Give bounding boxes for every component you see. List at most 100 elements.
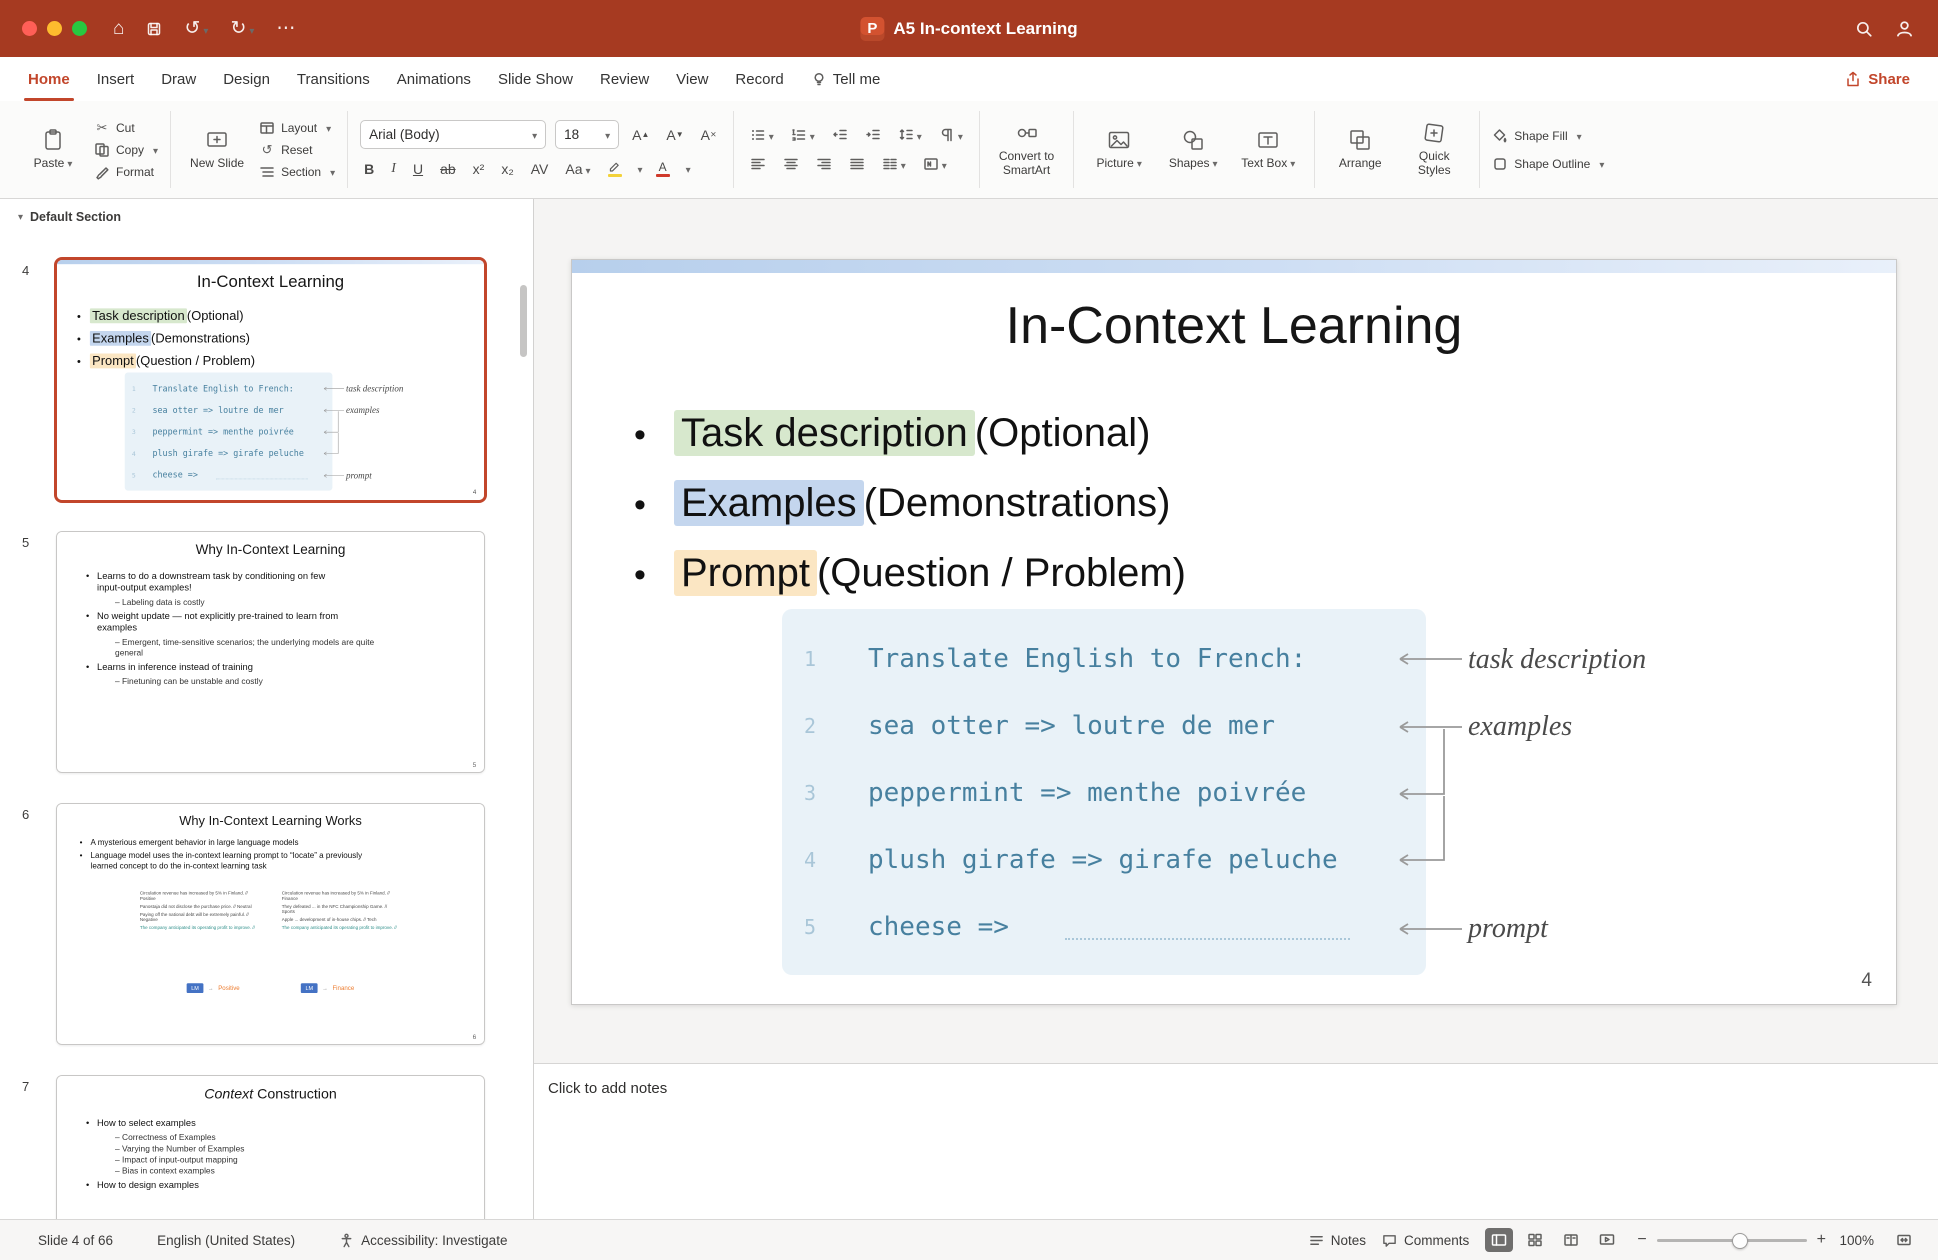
section-button[interactable]: Section: [259, 164, 335, 180]
decrease-font-size-button[interactable]: A ▼: [662, 125, 687, 145]
zoom-in-button[interactable]: +: [1817, 1231, 1826, 1249]
search-icon[interactable]: [1855, 20, 1873, 38]
text-highlight-button[interactable]: [604, 158, 626, 179]
tab-record[interactable]: Record: [735, 57, 783, 101]
tab-home[interactable]: Home: [24, 57, 74, 101]
save-icon[interactable]: [146, 21, 162, 37]
slide-sorter-view-button[interactable]: [1521, 1228, 1549, 1252]
tab-animations[interactable]: Animations: [397, 57, 471, 101]
section-header[interactable]: ▾ Default Section: [0, 199, 533, 235]
italic-button[interactable]: I: [387, 159, 400, 179]
layout-button[interactable]: Layout: [259, 120, 335, 136]
clear-formatting-button[interactable]: A ⨯: [697, 125, 721, 145]
fit-slide-button[interactable]: [1890, 1228, 1918, 1252]
account-icon[interactable]: [1895, 19, 1914, 38]
quick-styles-button[interactable]: Quick Styles: [1401, 117, 1467, 182]
align-left-button[interactable]: [746, 154, 770, 174]
slide-thumbnail-6[interactable]: Why In-Context Learning Works • A mysteri…: [56, 803, 485, 1045]
slide-bullet-list[interactable]: • Task description (Optional) • Examples (…: [634, 410, 1186, 620]
picture-button[interactable]: Picture: [1086, 124, 1152, 175]
tab-slide-show[interactable]: Slide Show: [498, 57, 573, 101]
arrange-button[interactable]: Arrange: [1327, 124, 1393, 175]
language-indicator[interactable]: English (United States): [157, 1233, 295, 1248]
highlight-chevron-icon[interactable]: [635, 160, 643, 178]
shapes-button[interactable]: Shapes: [1160, 124, 1226, 175]
text-direction-button[interactable]: [919, 154, 951, 174]
tab-tell-me[interactable]: Tell me: [811, 57, 880, 101]
accessibility-status[interactable]: Accessibility: Investigate: [339, 1233, 507, 1248]
thumbnail-list[interactable]: 4 In-Context Learning • Task description …: [0, 235, 533, 1219]
home-icon[interactable]: ⌂: [113, 18, 124, 40]
font-size-select[interactable]: 18: [555, 120, 620, 149]
new-slide-button[interactable]: New Slide: [183, 124, 251, 175]
tab-review[interactable]: Review: [600, 57, 649, 101]
tab-design[interactable]: Design: [223, 57, 270, 101]
subscript-button[interactable]: x₂: [497, 159, 517, 179]
increase-indent-button[interactable]: [861, 125, 885, 145]
text-box-button[interactable]: Text Box: [1234, 124, 1302, 175]
character-spacing-button[interactable]: AV: [527, 159, 553, 179]
window-minimize-button[interactable]: [47, 21, 62, 36]
underline-button[interactable]: U: [409, 159, 427, 179]
align-center-button[interactable]: [779, 154, 803, 174]
slideshow-button[interactable]: [1593, 1228, 1621, 1252]
bullets-button[interactable]: [746, 125, 778, 145]
comments-toggle[interactable]: Comments: [1382, 1233, 1469, 1248]
superscript-button[interactable]: x²: [469, 159, 489, 179]
paste-button[interactable]: Paste: [20, 124, 86, 175]
zoom-slider[interactable]: [1656, 1232, 1807, 1249]
slide-title[interactable]: In-Context Learning: [572, 296, 1896, 356]
tab-view[interactable]: View: [676, 57, 708, 101]
line-spacing-button[interactable]: [894, 125, 926, 145]
normal-view-button[interactable]: [1485, 1228, 1514, 1252]
slide-thumbnail-4[interactable]: In-Context Learning • Task description (O…: [56, 259, 485, 501]
align-right-button[interactable]: [812, 154, 836, 174]
numbering-button[interactable]: [787, 125, 819, 145]
notes-toggle[interactable]: Notes: [1309, 1233, 1366, 1248]
font-family-select[interactable]: Arial (Body): [360, 120, 547, 149]
notes-pane[interactable]: Click to add notes: [534, 1063, 1938, 1219]
reset-button[interactable]: ↺ Reset: [259, 142, 335, 158]
undo-menu-chevron-icon[interactable]: [200, 18, 208, 40]
window-zoom-button[interactable]: [72, 21, 87, 36]
code-example-block[interactable]: 1 Translate English to French: 2 sea otter…: [782, 609, 1426, 975]
copy-button[interactable]: Copy: [94, 142, 158, 158]
columns-button[interactable]: [878, 154, 910, 174]
tab-draw[interactable]: Draw: [161, 57, 196, 101]
slide-indicator[interactable]: Slide 4 of 66: [38, 1233, 113, 1248]
zoom-level[interactable]: 100%: [1836, 1233, 1874, 1248]
redo-icon[interactable]: ↻: [230, 17, 254, 40]
bullet-dot: •: [634, 556, 646, 594]
paste-menu-chevron-icon[interactable]: [64, 157, 72, 171]
justify-button[interactable]: [845, 154, 869, 174]
bold-button[interactable]: B: [360, 159, 378, 179]
slide-thumbnail-7[interactable]: Context Construction • How to select exam…: [56, 1075, 485, 1219]
cut-button[interactable]: ✂ Cut: [94, 120, 158, 136]
more-toolbar-icon[interactable]: ⋯: [276, 17, 295, 40]
window-close-button[interactable]: [22, 21, 37, 36]
change-case-button[interactable]: Aa: [561, 159, 594, 179]
reading-view-button[interactable]: [1557, 1228, 1585, 1252]
convert-to-smartart-button[interactable]: Convert to SmartArt: [992, 117, 1061, 182]
decrease-indent-button[interactable]: [828, 125, 852, 145]
strikethrough-button[interactable]: ab: [436, 159, 460, 179]
tab-transitions[interactable]: Transitions: [297, 57, 370, 101]
font-color-chevron-icon[interactable]: [683, 160, 691, 178]
shape-fill-button[interactable]: Shape Fill: [1492, 128, 1604, 144]
undo-icon[interactable]: ↺: [184, 17, 208, 40]
zoom-out-button[interactable]: −: [1637, 1231, 1646, 1249]
slide-canvas[interactable]: In-Context Learning • Task description (O…: [571, 259, 1897, 1005]
section-collapse-chevron-icon[interactable]: ▾: [18, 212, 23, 223]
shape-outline-button[interactable]: Shape Outline: [1492, 156, 1604, 172]
notes-placeholder[interactable]: Click to add notes: [548, 1080, 667, 1097]
tab-insert[interactable]: Insert: [97, 57, 135, 101]
font-color-button[interactable]: A: [652, 159, 674, 179]
redo-menu-chevron-icon[interactable]: [246, 18, 254, 40]
slide-thumbnail-5[interactable]: Why In-Context Learning • Learns to do a …: [56, 531, 485, 773]
increase-font-size-button[interactable]: A ▲: [628, 125, 653, 145]
zoom-slider-knob[interactable]: [1731, 1233, 1748, 1249]
share-button[interactable]: Share: [1839, 70, 1916, 89]
format-painter-button[interactable]: Format: [94, 164, 158, 180]
paragraph-marks-button[interactable]: [935, 125, 967, 145]
sidebar-scrollbar[interactable]: [520, 285, 527, 357]
